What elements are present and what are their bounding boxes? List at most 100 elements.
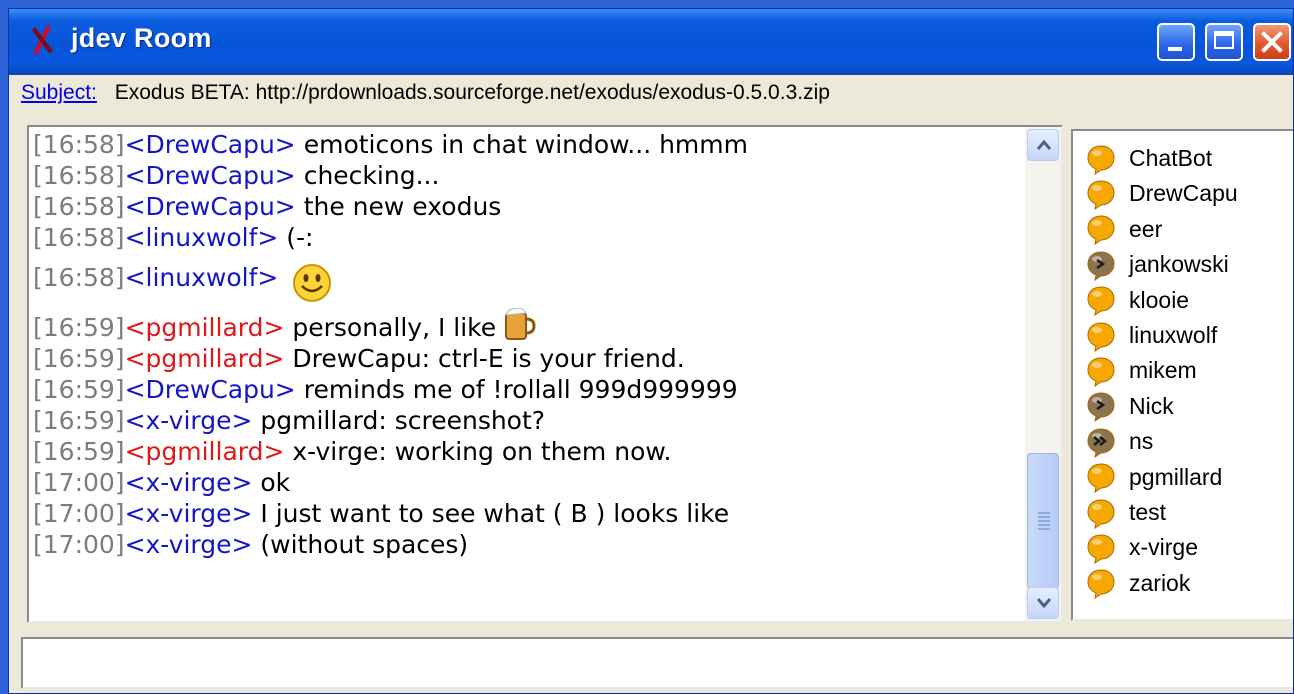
chevron-up-icon (1036, 139, 1052, 150)
roster-item[interactable]: eer (1085, 212, 1162, 247)
smiley-icon (293, 264, 332, 302)
roster-name: test (1129, 499, 1167, 525)
chat-message: [16:59]<pgmillard> DrewCapu: ctrl-E is y… (33, 343, 1021, 374)
message-nick[interactable]: <x-virge> (125, 406, 253, 435)
roster-item[interactable]: DrewCapu (1085, 176, 1238, 211)
message-text: personally, I like (284, 313, 497, 342)
scroll-thumb[interactable] (1027, 453, 1059, 589)
scroll-down-button[interactable] (1027, 587, 1059, 619)
away-presence-icon (1087, 251, 1115, 281)
message-timestamp: [16:59] (33, 406, 125, 435)
roster-item[interactable]: linuxwolf (1085, 318, 1217, 353)
window-title: jdev Room (71, 23, 212, 53)
message-nick[interactable]: <linuxwolf> (125, 223, 279, 252)
message-timestamp: [16:58] (33, 192, 125, 221)
chat-scrollbar[interactable] (1025, 127, 1061, 621)
available-presence-icon (1087, 357, 1115, 387)
scroll-up-button[interactable] (1027, 129, 1059, 161)
message-text: reminds me of !rollall 999d999999 (295, 375, 738, 404)
message-nick[interactable]: <linuxwolf> (125, 263, 279, 292)
chat-message: [16:59]<DrewCapu> reminds me of !rollall… (33, 374, 1021, 405)
chat-message: [16:58]<DrewCapu> checking... (33, 160, 1021, 191)
chat-message: [16:59]<x-virge> pgmillard: screenshot? (33, 405, 1021, 436)
chat-message: [16:58]<DrewCapu> emoticons in chat wind… (33, 129, 1021, 160)
chat-message: [16:58]<linuxwolf> (33, 253, 1021, 303)
message-timestamp: [16:59] (33, 437, 125, 466)
roster-name: klooie (1129, 286, 1190, 313)
message-nick[interactable]: <x-virge> (125, 499, 253, 528)
roster-name: ns (1129, 428, 1154, 455)
message-timestamp: [16:59] (33, 313, 125, 342)
chat-message: [16:59]<pgmillard> personally, I like (33, 303, 1021, 343)
message-nick[interactable]: <pgmillard> (125, 313, 285, 342)
roster-name: eer (1129, 215, 1163, 242)
chat-lines: [16:58]<DrewCapu> emoticons in chat wind… (33, 129, 1021, 560)
minimize-button[interactable] (1157, 23, 1195, 61)
available-presence-icon (1087, 463, 1115, 494)
maximize-button[interactable] (1205, 23, 1243, 61)
message-nick[interactable]: <x-virge> (125, 468, 253, 497)
available-presence-icon (1087, 534, 1115, 564)
message-text: x-virge: working on them now. (284, 437, 672, 466)
roster-name: ChatBot (1129, 145, 1213, 171)
message-text: checking... (295, 161, 440, 190)
close-icon (1261, 31, 1283, 53)
chat-message: [17:00]<x-virge> ok (33, 467, 1021, 498)
message-text: pgmillard: screenshot? (252, 406, 546, 435)
message-text: (without spaces) (252, 530, 469, 559)
roster-item[interactable]: jankowski (1085, 247, 1229, 282)
message-timestamp: [17:00] (33, 468, 125, 497)
roster-name: linuxwolf (1129, 322, 1218, 348)
roster-item[interactable]: ns (1085, 424, 1153, 459)
message-nick[interactable]: <DrewCapu> (125, 375, 296, 404)
message-text: DrewCapu: ctrl-E is your friend. (284, 344, 685, 373)
available-presence-icon (1087, 286, 1115, 317)
message-nick[interactable]: <DrewCapu> (125, 161, 296, 190)
available-presence-icon (1087, 321, 1115, 352)
available-presence-icon (1087, 215, 1115, 246)
available-presence-icon (1087, 498, 1115, 529)
extended-away-presence-icon (1087, 428, 1115, 458)
message-text (278, 263, 286, 292)
chat-history[interactable]: [16:58]<DrewCapu> emoticons in chat wind… (27, 125, 1063, 623)
subject-row: Subject: Exodus BETA: http://prdownloads… (21, 81, 830, 111)
exodus-app-icon[interactable] (25, 21, 61, 57)
message-text: ok (252, 468, 291, 497)
message-input[interactable] (21, 637, 1293, 689)
roster-item[interactable]: Nick (1085, 389, 1174, 424)
chat-message: [16:58]<linuxwolf> (-: (33, 222, 1021, 253)
message-timestamp: [16:58] (33, 263, 125, 292)
message-timestamp: [16:58] (33, 223, 125, 252)
roster-item[interactable]: pgmillard (1085, 460, 1222, 495)
chat-message: [17:00]<x-virge> I just want to see what… (33, 498, 1021, 529)
message-timestamp: [16:59] (33, 344, 125, 373)
message-nick[interactable]: <x-virge> (125, 530, 253, 559)
message-timestamp: [16:58] (33, 130, 125, 159)
message-timestamp: [17:00] (33, 499, 125, 528)
message-timestamp: [16:59] (33, 375, 125, 404)
roster-item[interactable]: klooie (1085, 283, 1189, 318)
chat-message: [17:00]<x-virge> (without spaces) (33, 529, 1021, 560)
roster-item[interactable]: x-virge (1085, 530, 1198, 565)
message-nick[interactable]: <pgmillard> (125, 344, 285, 373)
roster-item[interactable]: test (1085, 495, 1166, 530)
roster-item[interactable]: mikem (1085, 353, 1197, 388)
available-presence-icon (1087, 569, 1115, 600)
message-nick[interactable]: <DrewCapu> (125, 192, 296, 221)
beer-mug-icon (505, 307, 536, 340)
roster-item[interactable]: zariok (1085, 566, 1190, 601)
roster-name: pgmillard (1129, 463, 1223, 490)
chevron-down-icon (1036, 598, 1052, 609)
roster-item[interactable]: ChatBot (1085, 141, 1212, 176)
subject-text: Exodus BETA: http://prdownloads.sourcefo… (114, 81, 830, 104)
chat-message: [16:58]<DrewCapu> the new exodus (33, 191, 1021, 222)
close-button[interactable] (1253, 23, 1291, 61)
roster-name: jankowski (1129, 251, 1229, 278)
chat-message: [16:59]<pgmillard> x-virge: working on t… (33, 436, 1021, 467)
subject-link[interactable]: Subject: (21, 81, 97, 104)
title-bar[interactable]: jdev Room (9, 9, 1293, 75)
message-nick[interactable]: <pgmillard> (125, 437, 285, 466)
message-timestamp: [17:00] (33, 530, 125, 559)
message-nick[interactable]: <DrewCapu> (125, 130, 296, 159)
available-presence-icon (1087, 180, 1115, 210)
